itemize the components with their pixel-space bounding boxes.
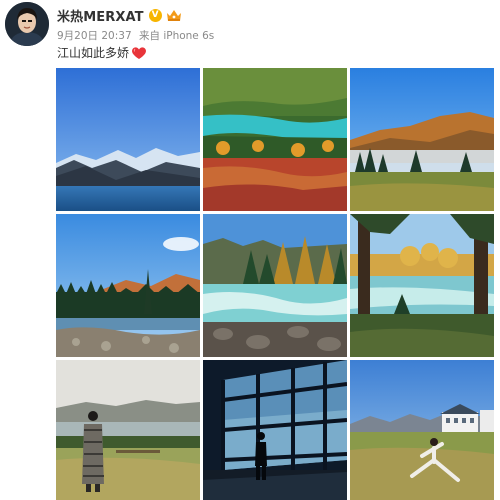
photo-grid (56, 68, 494, 500)
photo-river-through-trees (350, 214, 494, 357)
post-source: 来自 iPhone 6s (138, 30, 215, 42)
vip-crown-icon[interactable] (166, 9, 182, 22)
photo-woman-by-lake (56, 360, 200, 500)
heart-emoji-icon (132, 46, 146, 59)
photo-shore-pine-forest (56, 214, 200, 357)
post-header: 米热MERXAT V (57, 5, 182, 25)
username-link[interactable]: 米热MERXAT (57, 6, 144, 25)
photo-thumbnail[interactable] (56, 214, 200, 357)
photo-thumbnail[interactable] (350, 214, 494, 357)
photo-misty-mountain-valley (350, 68, 494, 211)
avatar-image (5, 2, 49, 46)
post-timestamp[interactable]: 9月20日 20:37 (57, 30, 132, 42)
photo-thumbnail[interactable] (56, 68, 200, 211)
photo-thumbnail[interactable] (203, 360, 347, 500)
photo-thumbnail[interactable] (350, 360, 494, 500)
photo-thumbnail[interactable] (203, 68, 347, 211)
photo-thumbnail[interactable] (203, 214, 347, 357)
post-meta: 9月20日 20:37 来自 iPhone 6s (57, 28, 218, 43)
photo-woman-yoga-pose-field (350, 360, 494, 500)
photo-rapids-river (203, 214, 347, 357)
weibo-post: 米热MERXAT V 9月20日 20:37 来自 iPhone 6s 江山如此… (0, 0, 500, 500)
photo-lake-mountains (56, 68, 200, 211)
photo-thumbnail[interactable] (350, 68, 494, 211)
avatar[interactable] (5, 2, 49, 46)
photo-thumbnail[interactable] (56, 360, 200, 500)
verified-badge-icon[interactable]: V (148, 8, 162, 22)
post-caption: 江山如此多娇 (57, 44, 147, 61)
caption-text: 江山如此多娇 (57, 46, 130, 60)
photo-airport-terminal-window (203, 360, 347, 500)
photo-turquoise-river-forest (203, 68, 347, 211)
